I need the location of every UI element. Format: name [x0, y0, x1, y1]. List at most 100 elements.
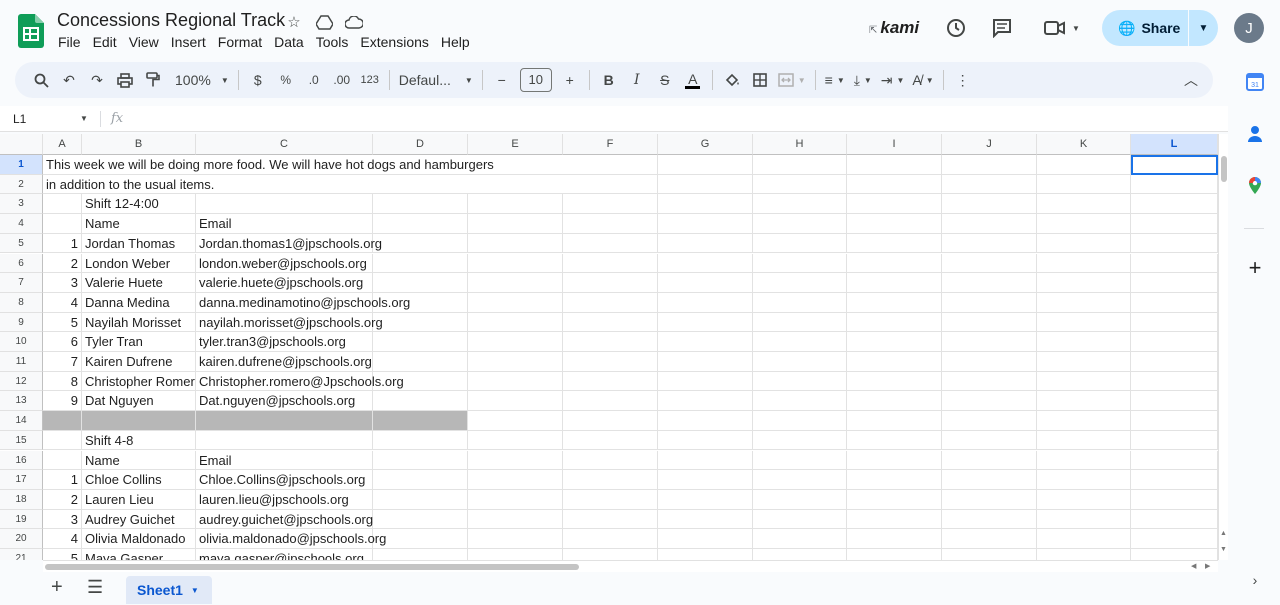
cell-f7[interactable] [563, 273, 658, 293]
cell-e5[interactable] [468, 233, 563, 254]
cell-k11[interactable] [1037, 352, 1131, 372]
cell-a11[interactable]: 7 [43, 352, 82, 372]
menu-view[interactable]: View [123, 34, 165, 50]
cell-h12[interactable] [753, 371, 847, 392]
cell-g11[interactable] [658, 352, 753, 372]
cell-j2[interactable] [942, 174, 1037, 195]
column-header-g[interactable]: G [658, 134, 753, 155]
text-rotation-icon[interactable]: A̸ ▼ [908, 66, 937, 94]
cell-l8[interactable] [1131, 292, 1218, 313]
cell-e3[interactable] [468, 194, 563, 215]
redo-icon[interactable]: ↷ [83, 66, 111, 94]
cell-h8[interactable] [753, 292, 847, 313]
merge-cells-icon[interactable]: ▼ [774, 66, 810, 94]
row-header-17[interactable]: 17 [0, 470, 43, 490]
bold-icon[interactable]: B [595, 66, 623, 94]
percent-format-button[interactable]: % [272, 66, 300, 94]
print-icon[interactable] [111, 66, 139, 94]
cell-l20[interactable] [1131, 529, 1218, 549]
cell-j21[interactable] [942, 549, 1037, 560]
horizontal-align-icon[interactable]: ≡ ▼ [821, 66, 849, 94]
cell-k17[interactable] [1037, 470, 1131, 490]
text-wrapping-icon[interactable]: ⇥ ▼ [877, 66, 909, 94]
cell-h2[interactable] [753, 174, 847, 195]
cell-l14[interactable] [1131, 411, 1218, 431]
cell-f1[interactable] [563, 155, 658, 175]
cell-k20[interactable] [1037, 529, 1131, 549]
cell-f6[interactable] [563, 253, 658, 274]
cell-j4[interactable] [942, 214, 1037, 234]
cell-e9[interactable] [468, 312, 563, 333]
cell-h3[interactable] [753, 194, 847, 215]
row-header-12[interactable]: 12 [0, 371, 43, 392]
cell-b17[interactable]: Chloe Collins [82, 470, 196, 490]
cell-i3[interactable] [847, 194, 942, 215]
cell-b4[interactable]: Name [82, 214, 196, 234]
row-header-11[interactable]: 11 [0, 352, 43, 372]
cell-b3[interactable]: Shift 12-4:00 [82, 194, 196, 215]
cell-d17[interactable] [373, 470, 468, 490]
cell-h18[interactable] [753, 489, 847, 510]
decrease-decimal-button[interactable]: .0 [300, 66, 328, 94]
row-header-10[interactable]: 10 [0, 332, 43, 352]
italic-icon[interactable]: I [623, 66, 651, 94]
cell-k5[interactable] [1037, 233, 1131, 254]
cell-b18[interactable]: Lauren Lieu [82, 489, 196, 510]
cell-j15[interactable] [942, 430, 1037, 451]
all-sheets-icon[interactable]: ☰ [87, 577, 103, 598]
undo-icon[interactable]: ↶ [55, 66, 83, 94]
contacts-icon[interactable] [1245, 124, 1265, 144]
cell-e12[interactable] [468, 371, 563, 392]
cell-g5[interactable] [658, 233, 753, 254]
cell-d4[interactable] [373, 214, 468, 234]
cell-e4[interactable] [468, 214, 563, 234]
menu-data[interactable]: Data [268, 34, 310, 50]
cell-f18[interactable] [563, 489, 658, 510]
cell-j3[interactable] [942, 194, 1037, 215]
column-header-j[interactable]: J [942, 134, 1037, 155]
cell-e21[interactable] [468, 549, 563, 560]
font-size-input[interactable]: 10 [519, 68, 552, 92]
cell-j6[interactable] [942, 253, 1037, 274]
cell-g19[interactable] [658, 509, 753, 530]
cell-e16[interactable] [468, 450, 563, 471]
cell-h10[interactable] [753, 332, 847, 352]
cell-b2[interactable]: in addition to the usual items. [43, 174, 563, 195]
cell-h21[interactable] [753, 549, 847, 560]
cell-i19[interactable] [847, 509, 942, 530]
cell-d18[interactable] [373, 489, 468, 510]
cell-d20[interactable] [373, 529, 468, 549]
cell-g14[interactable] [658, 411, 753, 431]
zoom-select[interactable]: 100% ▼ [167, 66, 233, 94]
cell-a20[interactable]: 4 [43, 529, 82, 549]
cell-h1[interactable] [753, 155, 847, 175]
row-header-3[interactable]: 3 [0, 194, 43, 215]
row-header-18[interactable]: 18 [0, 489, 43, 510]
cell-a7[interactable]: 3 [43, 273, 82, 293]
meet-icon[interactable]: ▼ [1042, 16, 1082, 40]
cell-i12[interactable] [847, 371, 942, 392]
row-header-7[interactable]: 7 [0, 273, 43, 293]
cell-d3[interactable] [373, 194, 468, 215]
cell-j9[interactable] [942, 312, 1037, 333]
cell-e15[interactable] [468, 430, 563, 451]
cell-g3[interactable] [658, 194, 753, 215]
add-sheet-icon[interactable]: + [51, 576, 63, 599]
cell-g4[interactable] [658, 214, 753, 234]
cell-f21[interactable] [563, 549, 658, 560]
column-header-k[interactable]: K [1037, 134, 1131, 155]
cell-a17[interactable]: 1 [43, 470, 82, 490]
column-header-e[interactable]: E [468, 134, 563, 155]
increase-font-size-button[interactable]: + [556, 66, 584, 94]
cell-i4[interactable] [847, 214, 942, 234]
cell-k14[interactable] [1037, 411, 1131, 431]
cell-f12[interactable] [563, 371, 658, 392]
cell-b13[interactable]: Dat Nguyen [82, 391, 196, 412]
row-header-9[interactable]: 9 [0, 312, 43, 333]
cell-f3[interactable] [563, 194, 658, 215]
cell-d14[interactable] [373, 411, 468, 431]
cell-e13[interactable] [468, 391, 563, 412]
more-formats-button[interactable]: 123 [356, 66, 384, 94]
cell-l10[interactable] [1131, 332, 1218, 352]
cell-j12[interactable] [942, 371, 1037, 392]
